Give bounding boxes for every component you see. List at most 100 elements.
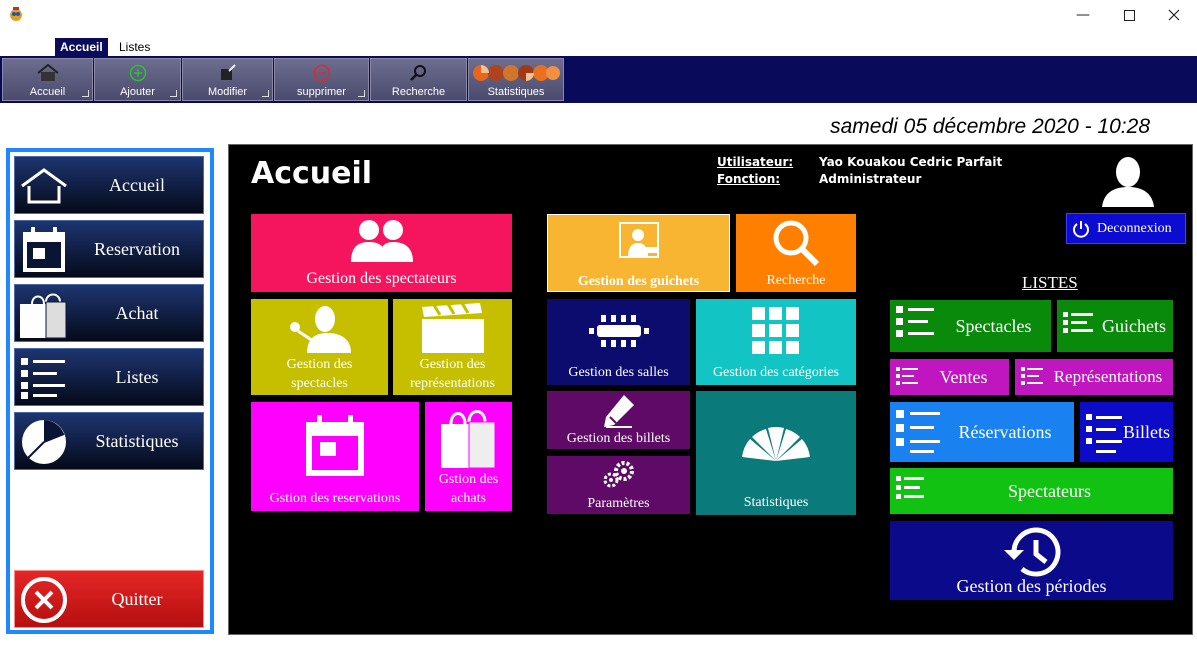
tile-label-line-2: spectacles — [291, 376, 348, 391]
tile-label: Gestion des guichets — [577, 274, 700, 289]
avatar — [1100, 155, 1156, 207]
list-icon — [1061, 304, 1095, 349]
ribbon-recherche-label: Recherche — [391, 86, 446, 98]
tile-label-line-2: représentations — [410, 376, 495, 391]
edit-icon — [183, 62, 272, 84]
shopping-bag-icon — [425, 404, 512, 470]
grid-icon — [696, 307, 856, 355]
sidebar-item-reservation[interactable]: Reservation — [14, 220, 204, 278]
tile-gestion-categories[interactable]: Gestion des catégories — [696, 299, 856, 385]
page-title: Accueil — [251, 156, 373, 191]
minimize-button[interactable]: — — [1060, 0, 1106, 30]
tile-label-line-1: Gestion des — [286, 357, 353, 372]
list-ventes-button[interactable]: Ventes — [890, 359, 1009, 395]
tile-label: Gestion des billets — [566, 431, 671, 446]
ribbon-modifier-button[interactable]: Modifier — [182, 58, 273, 101]
quit-button[interactable]: Quitter — [14, 570, 204, 628]
list-icon — [1019, 363, 1045, 396]
search-icon — [371, 62, 466, 84]
tab-accueil[interactable]: Accueil — [55, 38, 108, 56]
tile-label: Gestion des salles — [568, 365, 669, 380]
calendar-icon — [17, 224, 71, 276]
sidebar-item-label: Statistiques — [95, 430, 179, 451]
search-icon — [736, 218, 856, 268]
ribbon-statistiques-button[interactable]: Statistiques — [468, 58, 564, 101]
tile-label: Paramètres — [587, 496, 650, 511]
list-guichets-button[interactable]: Guichets — [1057, 300, 1173, 352]
tile-label: Gstion des reservations — [269, 491, 401, 506]
sidebar-item-listes[interactable]: Listes — [14, 348, 204, 406]
ribbon-statistiques-label: Statistiques — [487, 86, 545, 98]
tile-gestion-guichets[interactable]: Gestion des guichets — [547, 214, 730, 292]
ribbon-supprimer-label: supprimer — [297, 86, 346, 98]
list-icon — [894, 304, 936, 349]
close-circle-icon — [17, 574, 71, 626]
singer-icon — [251, 301, 388, 353]
quit-label: Quitter — [111, 588, 163, 609]
shopping-bag-icon — [17, 288, 71, 340]
gears-icon — [547, 459, 690, 489]
list-reservations-button[interactable]: Réservations — [890, 402, 1074, 462]
tile-parametres[interactable]: Paramètres — [547, 456, 690, 514]
sidebar-item-accueil[interactable]: Accueil — [14, 156, 204, 214]
users-icon — [251, 218, 512, 262]
title-bar — [0, 0, 1197, 30]
calendar-icon — [251, 414, 419, 478]
tile-label: Gestion des spectateurs — [306, 270, 457, 287]
user-label: Utilisateur: — [717, 155, 794, 169]
current-datetime: samedi 05 décembre 2020 - 10:28 — [830, 115, 1150, 138]
close-button[interactable] — [1151, 0, 1197, 30]
listes-heading: LISTES — [1022, 273, 1078, 292]
sidebar-item-label: Reservation — [94, 238, 180, 259]
app-icon — [8, 6, 24, 22]
ribbon-accueil-button[interactable]: Accueil — [2, 58, 93, 101]
tile-gestion-representations[interactable]: Gestion des représentations — [393, 299, 512, 395]
power-icon — [1072, 220, 1090, 243]
home-icon — [17, 160, 71, 212]
sidebar-item-statistiques[interactable]: Statistiques — [14, 412, 204, 470]
ribbon-supprimer-button[interactable]: supprimer — [274, 58, 369, 101]
sidebar-item-label: Listes — [115, 366, 159, 387]
tile-label-line-2: achats — [451, 491, 486, 506]
ribbon-recherche-button[interactable]: Recherche — [370, 58, 467, 101]
list-billets-button[interactable]: Billets — [1080, 402, 1173, 462]
ribbon-ajouter-button[interactable]: Ajouter — [94, 58, 181, 101]
tile-gestion-achats[interactable]: Gstion des achats — [425, 402, 512, 511]
list-label: Spectateurs — [1008, 480, 1091, 501]
list-spectateurs-button[interactable]: Spectateurs — [890, 468, 1173, 514]
user-name: Yao Kouakou Cedric Parfait — [819, 155, 1003, 169]
list-label: Représentations — [1053, 367, 1163, 386]
pie-chart-icon — [17, 416, 71, 468]
list-label: Réservations — [958, 421, 1052, 442]
tile-label: Recherche — [766, 273, 826, 288]
role-label: Fonction: — [717, 172, 781, 186]
list-gestion-periodes-button[interactable]: Gestion des périodes — [890, 521, 1173, 600]
cashier-icon — [548, 219, 729, 263]
list-label: Ventes — [939, 366, 988, 387]
sidebar-item-achat[interactable]: Achat — [14, 284, 204, 342]
tile-gestion-salles[interactable]: Gestion des salles — [547, 299, 690, 385]
pie-chart-icon — [469, 62, 563, 84]
tile-gestion-billets[interactable]: Gestion des billets — [547, 391, 690, 449]
tile-gestion-reservations[interactable]: Gstion des reservations — [251, 402, 419, 511]
role-value: Administrateur — [819, 172, 922, 186]
tile-label-line-1: Gestion des — [419, 357, 486, 372]
list-label: Guichets — [1102, 315, 1166, 336]
list-representations-button[interactable]: Représentations — [1015, 359, 1173, 395]
list-label: Billets — [1122, 421, 1170, 442]
list-icon — [1084, 406, 1124, 463]
tile-recherche[interactable]: Recherche — [736, 214, 856, 292]
tab-listes[interactable]: Listes — [114, 38, 155, 56]
clapperboard-icon — [393, 301, 512, 355]
list-icon — [894, 406, 944, 463]
tile-statistiques[interactable]: Statistiques — [696, 391, 856, 515]
ribbon-ajouter-label: Ajouter — [120, 86, 155, 98]
logout-label: Deconnexion — [1097, 221, 1172, 236]
list-spectacles-button[interactable]: Spectacles — [890, 300, 1051, 352]
tile-gestion-spectacles[interactable]: Gestion des spectacles — [251, 299, 388, 395]
tile-gestion-spectateurs[interactable]: Gestion des spectateurs — [251, 214, 512, 292]
tile-label: Statistiques — [743, 495, 809, 510]
maximize-button[interactable] — [1106, 0, 1152, 30]
logout-button[interactable]: Deconnexion — [1066, 213, 1186, 244]
add-circle-icon — [95, 62, 180, 84]
